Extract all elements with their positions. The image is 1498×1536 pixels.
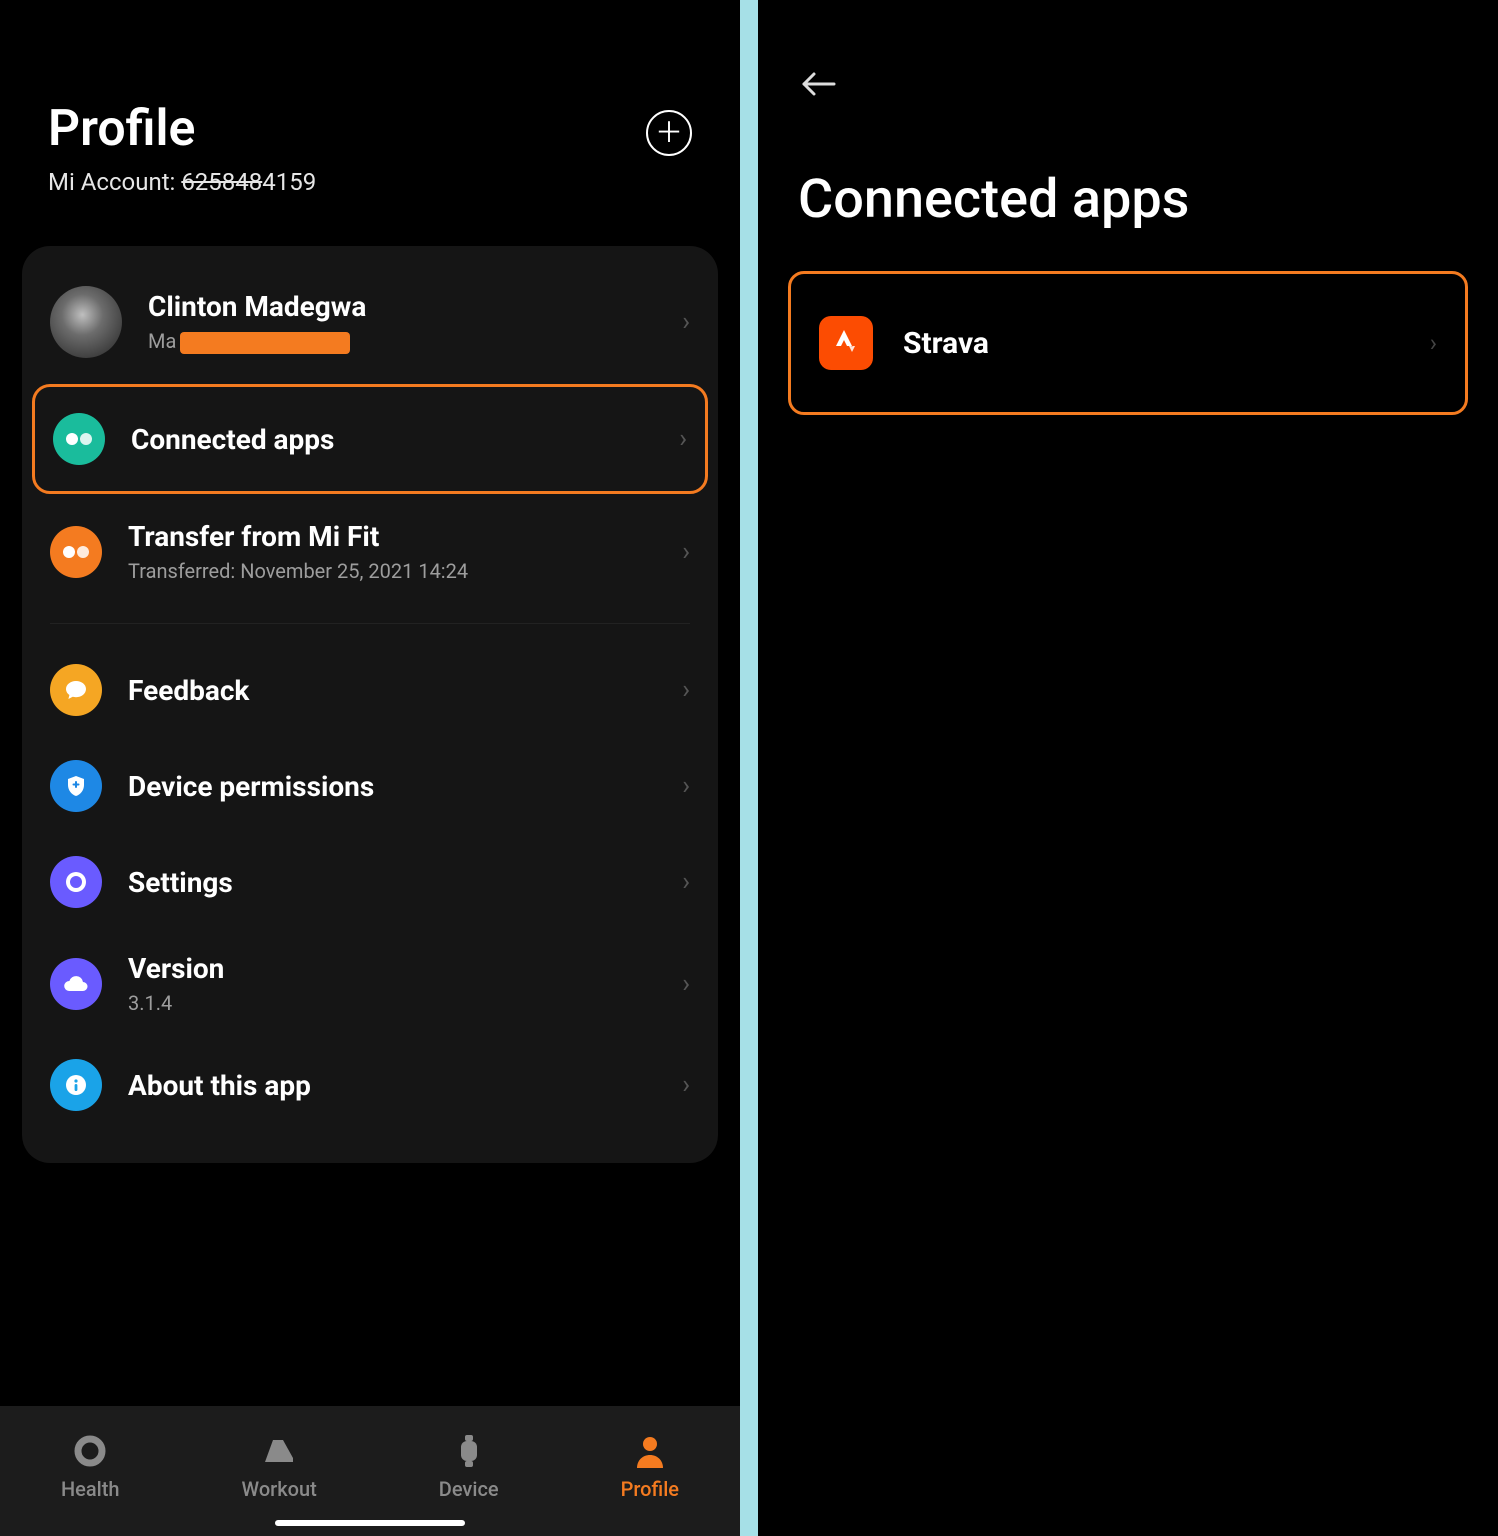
settings-label: Settings <box>128 866 682 899</box>
strava-icon <box>819 316 873 370</box>
permissions-row[interactable]: Device permissions › <box>22 738 718 834</box>
chevron-right-icon: › <box>1430 329 1437 357</box>
version-row[interactable]: Version 3.1.4 › <box>22 930 718 1037</box>
permissions-label: Device permissions <box>128 770 682 803</box>
chevron-right-icon: › <box>682 307 690 337</box>
transfer-sub: Transferred: November 25, 2021 14:24 <box>128 559 682 583</box>
connected-apps-label: Connected apps <box>131 423 679 456</box>
avatar <box>50 286 122 358</box>
user-sub: Ma <box>148 329 682 354</box>
cloud-icon <box>50 958 102 1010</box>
arrow-left-icon <box>798 70 838 98</box>
version-sub: 3.1.4 <box>128 991 682 1015</box>
strava-row[interactable]: Strava › <box>788 271 1468 415</box>
page-title: Connected apps <box>758 118 1498 271</box>
profile-header: Profile Mi Account: 6258484159 ＋ <box>0 0 740 226</box>
feedback-label: Feedback <box>128 674 682 707</box>
bottom-nav: Health Workout Device Profile <box>0 1406 740 1536</box>
connected-apps-row[interactable]: Connected apps › <box>32 384 708 494</box>
divider <box>50 623 690 624</box>
chevron-right-icon: › <box>682 1070 690 1100</box>
transfer-row[interactable]: Transfer from Mi Fit Transferred: Novemb… <box>22 498 718 605</box>
version-label: Version <box>128 952 682 985</box>
profile-card: Clinton Madegwa Ma › Connected apps › Tr… <box>22 246 718 1163</box>
nav-workout[interactable]: Workout <box>242 1431 317 1501</box>
settings-row[interactable]: Settings › <box>22 834 718 930</box>
connected-apps-screen: Connected apps Strava › <box>758 0 1498 1536</box>
chevron-right-icon: › <box>679 424 687 454</box>
watch-icon <box>455 1431 483 1471</box>
nav-device[interactable]: Device <box>439 1431 499 1501</box>
chevron-right-icon: › <box>682 771 690 801</box>
link-icon <box>53 413 105 465</box>
person-icon <box>634 1431 666 1471</box>
nav-profile[interactable]: Profile <box>621 1431 679 1501</box>
page-title: Profile <box>48 100 316 158</box>
gear-icon <box>50 856 102 908</box>
profile-screen: Profile Mi Account: 6258484159 ＋ Clinton… <box>0 0 740 1536</box>
shoe-icon <box>259 1431 299 1471</box>
home-indicator <box>275 1520 465 1526</box>
shield-icon <box>50 760 102 812</box>
about-row[interactable]: About this app › <box>22 1037 718 1133</box>
redaction-mark <box>180 332 350 354</box>
chevron-right-icon: › <box>682 969 690 999</box>
chevron-right-icon: › <box>682 675 690 705</box>
back-button[interactable] <box>798 70 1458 98</box>
chevron-right-icon: › <box>682 867 690 897</box>
transfer-icon <box>50 526 102 578</box>
user-row[interactable]: Clinton Madegwa Ma › <box>22 264 718 380</box>
transfer-label: Transfer from Mi Fit <box>128 520 682 553</box>
ring-icon <box>72 1431 108 1471</box>
plus-icon: ＋ <box>655 119 683 147</box>
topbar <box>758 0 1498 118</box>
chat-icon <box>50 664 102 716</box>
user-name: Clinton Madegwa <box>148 290 682 323</box>
about-label: About this app <box>128 1069 682 1102</box>
chevron-right-icon: › <box>682 537 690 567</box>
account-line: Mi Account: 6258484159 <box>48 168 316 196</box>
feedback-row[interactable]: Feedback › <box>22 642 718 738</box>
add-button[interactable]: ＋ <box>646 110 692 156</box>
strava-label: Strava <box>903 326 1430 361</box>
info-icon <box>50 1059 102 1111</box>
nav-health[interactable]: Health <box>61 1431 120 1501</box>
